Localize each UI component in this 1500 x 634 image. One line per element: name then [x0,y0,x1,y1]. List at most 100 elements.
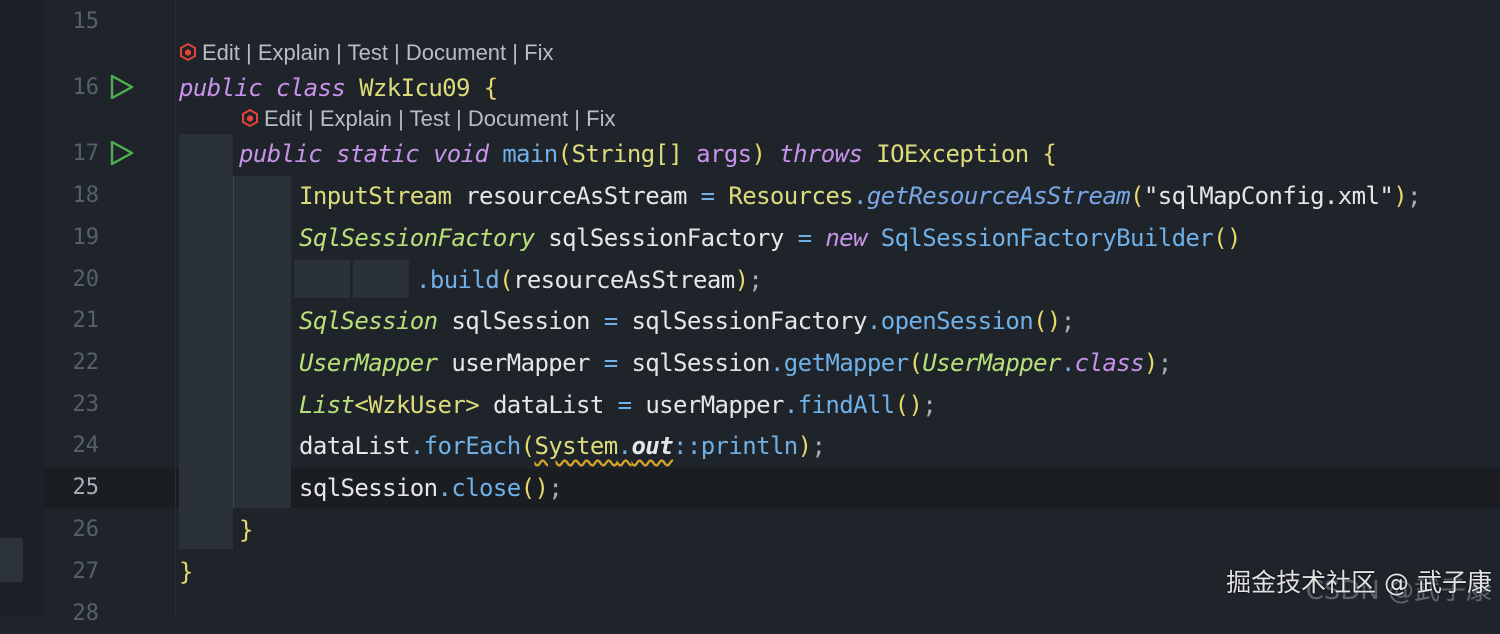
variable: sqlSessionFactory [548,224,784,252]
code-line-21[interactable]: SqlSession sqlSession = sqlSessionFactor… [299,301,1075,341]
dot: . [617,432,632,460]
type-name: UserMapper [922,349,1061,377]
keyword: public [239,140,323,168]
operator: = [603,349,618,377]
codelens-test-link[interactable]: Test [348,40,388,65]
keyword: void [432,140,489,168]
method-name: getResourceAsStream [866,182,1131,210]
line-number: 17 [72,141,100,166]
class-name-warning: System [534,432,618,460]
type-name: SqlSession [299,307,438,335]
class-name: Resources [728,182,854,210]
variable: resourceAsStream [512,266,735,294]
type-name: String[] [571,140,683,168]
dot: . [437,474,452,502]
line-number: 19 [72,225,100,250]
indent-block-class [179,134,233,549]
gutter-left-strip [0,0,44,616]
semicolon: ; [811,432,826,460]
semicolon: ; [1157,349,1172,377]
code-line-25[interactable]: sqlSession.close(); [299,468,563,508]
run-triangle-icon[interactable] [109,74,135,100]
semicolon: ; [1060,307,1075,335]
line-number: 15 [72,9,100,34]
dot: . [783,391,798,419]
paren: ( [908,349,923,377]
keyword: throws [779,140,863,168]
codelens-document-link[interactable]: Document [468,106,568,131]
codelens-test-link[interactable]: Test [410,106,450,131]
type-name: InputStream [299,182,452,210]
method-name: close [451,474,521,502]
paren: ) [797,432,812,460]
variable: sqlSession [451,307,590,335]
indent-block-continuation-1 [294,260,350,298]
operator: = [603,307,618,335]
code-line-26[interactable]: } [239,510,253,550]
line-number: 28 [72,601,100,626]
method-name: openSession [880,307,1034,335]
keyword: class [1074,349,1145,377]
dot: . [409,432,424,460]
paren: ) [734,266,749,294]
line-number: 21 [72,308,100,333]
run-triangle-icon[interactable] [109,140,135,166]
code-line-17[interactable]: public static void main(String[] args) t… [239,134,1057,174]
codelens-separator: | [392,106,410,131]
type-name: UserMapper [299,349,438,377]
paren: ( [557,140,572,168]
variable: dataList [299,432,410,460]
codelens-fix-link[interactable]: Fix [586,106,615,131]
dot: . [416,266,430,294]
codelens-edit-link[interactable]: Edit [264,106,302,131]
method-name: build [429,266,500,294]
paren: () [894,391,923,419]
method-name: findAll [797,391,896,419]
keyword: static [335,140,420,168]
codelens-separator: | [568,106,587,131]
indent-block-method [234,176,291,508]
paren: () [1033,307,1061,335]
variable: dataList [492,391,604,419]
codelens-explain-link[interactable]: Explain [320,106,392,131]
type-name: IOException [876,140,1029,168]
method-name: forEach [423,432,522,460]
codelens-fix-link[interactable]: Fix [524,40,553,65]
code-line-27[interactable]: } [179,552,193,592]
generic-bracket: > [465,391,480,419]
codelens-separator: | [330,40,348,65]
ai-assistant-icon [242,109,258,127]
dot: . [853,182,867,210]
code-line-16[interactable]: public class WzkIcu09 { [179,68,498,108]
ai-assistant-icon [180,43,196,61]
codelens-separator: | [387,40,406,65]
variable: userMapper [645,391,784,419]
dot: . [866,307,881,335]
code-line-23[interactable]: List<WzkUser> dataList = userMapper.find… [299,385,937,425]
indent-block-continuation-2 [353,260,409,298]
semicolon: ; [1407,182,1421,210]
indent-guide-line [233,176,234,508]
codelens-class: Edit | Explain | Test | Document | Fix [180,38,553,68]
code-line-22[interactable]: UserMapper userMapper = sqlSession.getMa… [299,343,1172,383]
codelens-edit-link[interactable]: Edit [202,40,240,65]
paren: ) [1143,349,1158,377]
watermark: 掘金技术社区 @ 武子康 [1226,568,1492,597]
code-line-24[interactable]: dataList.forEach(System.out::println); [299,426,826,466]
paren: ( [520,432,535,460]
code-line-19[interactable]: SqlSessionFactory sqlSessionFactory = ne… [299,218,1241,258]
method-name: getMapper [783,349,909,377]
paren: () [520,474,549,502]
method-ref-operator: :: [673,432,701,460]
codelens-document-link[interactable]: Document [406,40,506,65]
param-name: args [696,140,752,168]
paren: ) [1393,182,1408,210]
code-line-20[interactable]: .build(resourceAsStream); [416,260,763,300]
code-line-18[interactable]: InputStream resourceAsStream = Resources… [299,176,1422,216]
operator: = [617,391,632,419]
variable: sqlSessionFactory [631,307,867,335]
line-number: 27 [72,559,100,584]
line-number: 18 [72,183,100,208]
codelens-explain-link[interactable]: Explain [258,40,330,65]
keyword: new [825,224,867,252]
